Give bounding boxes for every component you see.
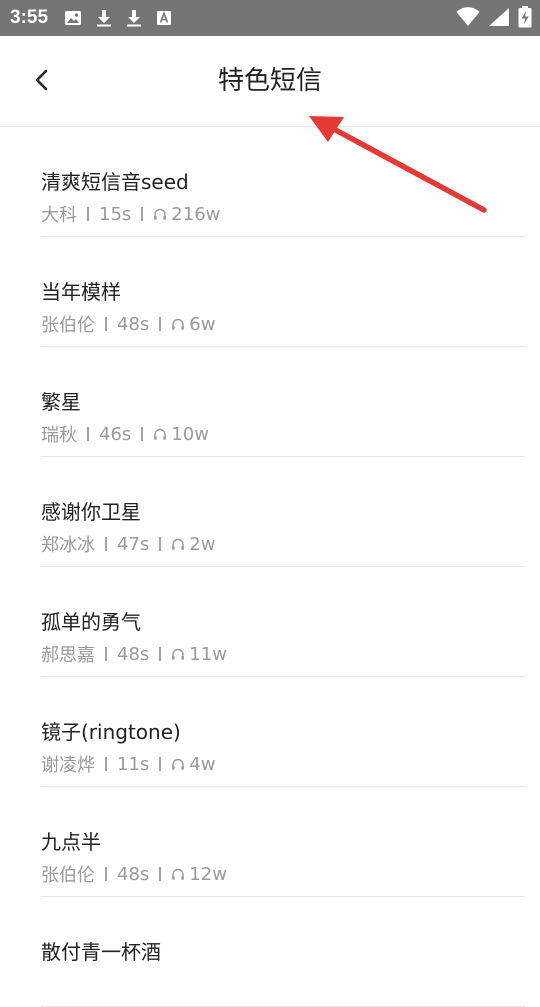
system-icons [456, 6, 532, 28]
headphones-icon [153, 207, 167, 221]
ringtone-artist: 郝思嘉 [41, 645, 95, 666]
ringtone-duration: 48s [117, 313, 150, 335]
list-item[interactable]: 镜子(ringtone) 谢凌烨 11s 4w [41, 677, 525, 787]
chevron-left-icon [35, 69, 48, 91]
ringtone-duration: 48s [117, 643, 150, 665]
ringtone-artist: 瑞秋 [41, 425, 77, 446]
ringtone-title: 九点半 [41, 830, 101, 854]
page-title: 特色短信 [217, 66, 322, 96]
headphones-icon [171, 317, 185, 331]
divider [159, 317, 162, 331]
signal-icon [488, 7, 510, 27]
download-icon [96, 9, 112, 27]
ringtone-plays: 12w [189, 863, 227, 885]
headphones-icon [171, 647, 185, 661]
back-button[interactable] [24, 62, 60, 98]
ringtone-artist: 谢凌烨 [41, 755, 95, 776]
divider [105, 317, 107, 331]
ringtone-meta: 郑冰冰 47s 2w [41, 531, 215, 557]
status-time: 3:55 [10, 7, 49, 28]
divider [87, 207, 89, 221]
list-item[interactable]: 当年模样 张伯伦 48s 6w [41, 237, 525, 347]
ringtone-plays: 11w [189, 643, 227, 665]
ringtone-title: 散付青一杯酒 [41, 940, 161, 964]
ringtone-title: 镜子(ringtone) [41, 720, 181, 744]
notification-icons [64, 9, 172, 27]
divider [141, 427, 144, 441]
ringtone-title: 当年模样 [41, 280, 121, 304]
ringtone-duration: 15s [99, 203, 132, 225]
ringtone-artist: 郑冰冰 [41, 535, 95, 556]
list-item[interactable]: 孤单的勇气 郝思嘉 48s 11w [41, 567, 525, 677]
list-item[interactable]: 感谢你卫星 郑冰冰 47s 2w [41, 457, 525, 567]
ringtone-list: 清爽短信音seed 大科 15s 216w 当年模样 张伯伦 48s 6w 繁星… [0, 127, 540, 1007]
status-bar: 3:55 [0, 0, 540, 36]
list-item[interactable]: 九点半 张伯伦 48s 12w [41, 787, 525, 897]
divider [105, 867, 107, 881]
ringtone-plays: 4w [189, 753, 216, 775]
ringtone-artist: 张伯伦 [41, 315, 95, 336]
divider [87, 427, 89, 441]
ringtone-plays: 6w [189, 313, 216, 335]
battery-charging-icon [518, 6, 532, 28]
list-item[interactable]: 清爽短信音seed 大科 15s 216w [41, 127, 525, 237]
divider [105, 537, 107, 551]
ringtone-meta: 瑞秋 46s 10w [41, 421, 209, 447]
ringtone-plays: 10w [171, 423, 209, 445]
app-bar: 特色短信 [0, 36, 540, 127]
ringtone-title: 感谢你卫星 [41, 500, 141, 524]
divider [159, 757, 162, 771]
divider [105, 757, 107, 771]
ringtone-meta: 张伯伦 48s 12w [41, 861, 227, 887]
ringtone-meta: 郝思嘉 48s 11w [41, 641, 227, 667]
headphones-icon [153, 427, 167, 441]
ringtone-artist: 张伯伦 [41, 865, 95, 886]
image-icon [64, 10, 82, 26]
download-icon [126, 9, 142, 27]
ringtone-meta: 谢凌烨 11s 4w [41, 751, 215, 777]
ringtone-plays: 2w [189, 533, 216, 555]
ringtone-duration: 11s [117, 753, 150, 775]
ringtone-artist: 大科 [41, 205, 77, 226]
list-item[interactable]: 繁星 瑞秋 46s 10w [41, 347, 525, 457]
divider [159, 647, 162, 661]
ringtone-title: 孤单的勇气 [41, 610, 141, 634]
headphones-icon [171, 537, 185, 551]
ringtone-duration: 46s [99, 423, 132, 445]
ringtone-title: 清爽短信音seed [41, 170, 189, 194]
ringtone-title: 繁星 [41, 390, 81, 414]
headphones-icon [171, 867, 185, 881]
ringtone-duration: 47s [117, 533, 150, 555]
ringtone-meta: 大科 15s 216w [41, 201, 220, 227]
ringtone-duration: 48s [117, 863, 150, 885]
list-item[interactable]: 散付青一杯酒 [41, 897, 525, 1007]
wifi-icon [456, 7, 480, 27]
headphones-icon [171, 757, 185, 771]
ringtone-plays: 216w [171, 203, 221, 225]
divider [105, 647, 107, 661]
divider [159, 537, 162, 551]
divider [141, 207, 144, 221]
font-icon [156, 10, 172, 26]
divider [159, 867, 162, 881]
ringtone-meta: 张伯伦 48s 6w [41, 311, 215, 337]
